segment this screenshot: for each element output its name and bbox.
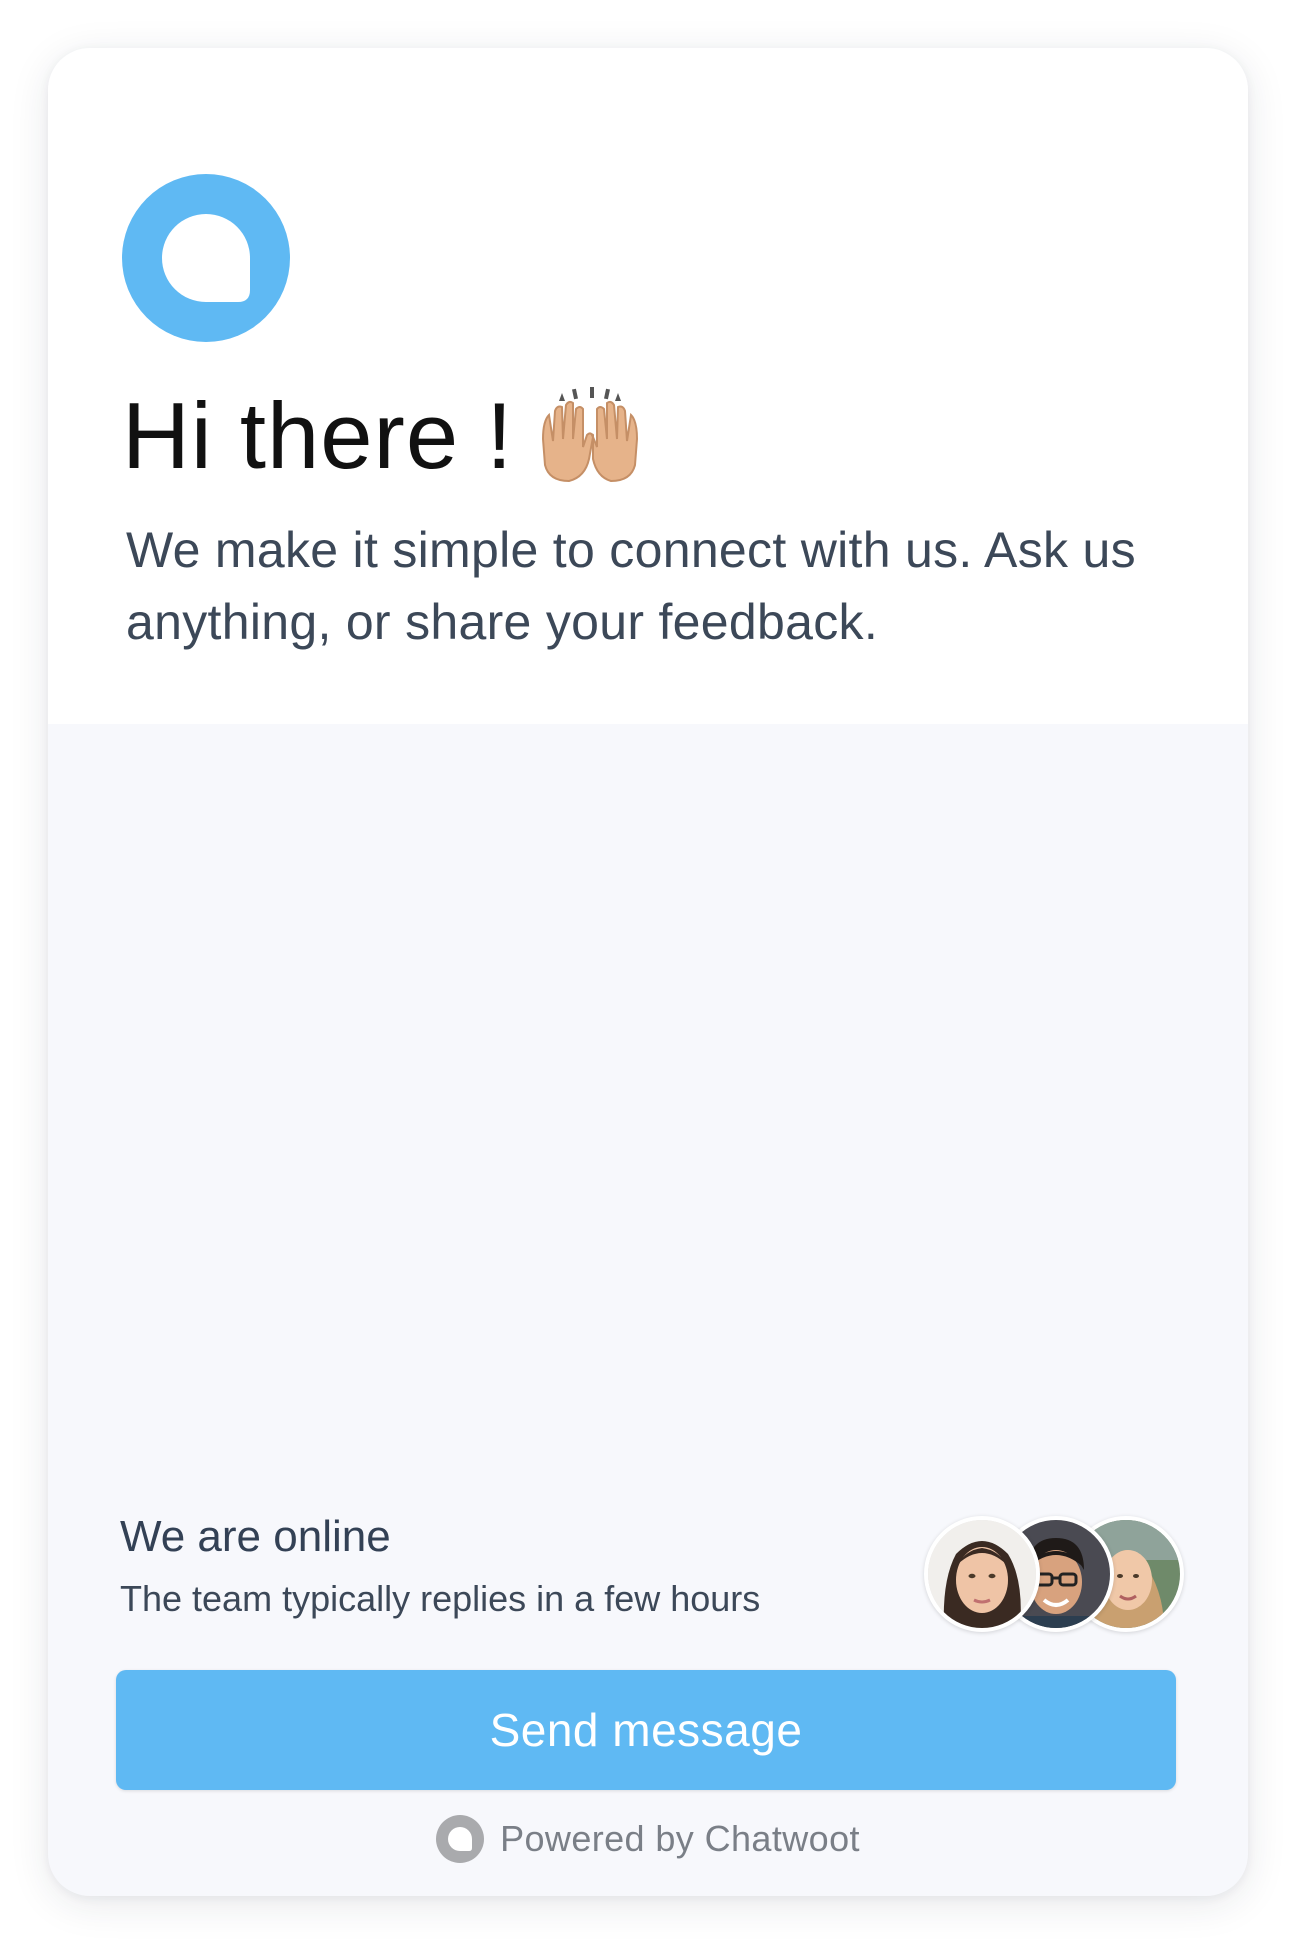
powered-by-text: Powered by Chatwoot: [500, 1818, 860, 1859]
greeting-heading: Hi there !: [122, 376, 645, 496]
intro-text: We make it simple to connect with us. As…: [126, 522, 1136, 650]
chat-widget: Hi there ! We make it simple to connect …: [48, 48, 1248, 1896]
chatwoot-logo-icon: [122, 174, 290, 342]
availability-title: We are online: [120, 1512, 391, 1561]
agent-avatar: [924, 1516, 1040, 1632]
chatwoot-logo-icon: [436, 1815, 485, 1863]
widget-header: Hi there ! We make it simple to connect …: [48, 48, 1248, 724]
send-message-button[interactable]: Send message: [116, 1670, 1176, 1790]
availability-subtitle: The team typically replies in a few hour…: [120, 1578, 761, 1619]
raising-hands-icon: [535, 381, 645, 491]
agent-avatars: [924, 1516, 1184, 1632]
powered-by-link[interactable]: Powered by Chatwoot: [48, 1812, 1248, 1866]
greeting-text: Hi there !: [122, 383, 514, 488]
